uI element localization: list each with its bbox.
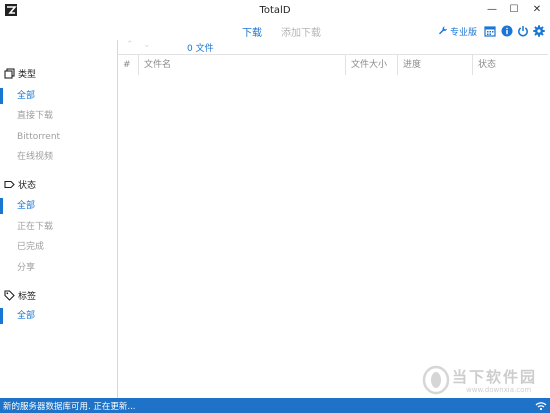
calendar-icon[interactable] [484, 25, 496, 37]
sidebar-item-direct-download[interactable]: 直接下载 [0, 108, 116, 124]
sidebar-item-completed[interactable]: 已完成 [0, 239, 116, 255]
maximize-button[interactable]: ☐ [503, 2, 525, 18]
column-filesize[interactable]: 文件大小 [345, 55, 397, 75]
status-icon [4, 180, 15, 189]
file-count: 0 文件 [187, 44, 214, 54]
pro-version-label: 专业版 [450, 28, 478, 38]
pro-version-button[interactable]: 专业版 [438, 25, 477, 38]
column-status[interactable]: 状态 [472, 55, 542, 75]
status-text: 新的服务器数据库可用. 正在更新... [3, 402, 136, 412]
column-progress[interactable]: 进度 [397, 55, 472, 75]
column-filename[interactable]: 文件名 [138, 55, 345, 75]
sidebar-item-status-all[interactable]: 全部 [0, 198, 116, 214]
sidebar-item-bittorrent[interactable]: Bittorrent [0, 129, 116, 145]
watermark-url: www.downxia.com [466, 386, 532, 394]
list-header: # 文件名 文件大小 进度 状态 [118, 54, 548, 76]
download-list[interactable] [118, 75, 548, 398]
watermark: 当下软件园 www.downxia.com [418, 365, 548, 400]
sidebar-section-title: 状态 [18, 181, 37, 191]
close-button[interactable]: ✕ [526, 2, 548, 18]
sidebar-section-status[interactable]: 状态 [4, 178, 36, 191]
title-bar: TotalD — ☐ ✕ [0, 0, 550, 22]
gear-icon[interactable] [533, 25, 545, 37]
move-up-icon[interactable]: ⌃ [126, 40, 134, 50]
status-bar: 新的服务器数据库可用. 正在更新... [0, 398, 550, 413]
tab-download[interactable]: 下载 [242, 24, 262, 39]
tag-icon [4, 290, 15, 301]
wrench-icon [439, 26, 447, 35]
window-title: TotalD [259, 5, 291, 16]
tab-add-download[interactable]: 添加下载 [281, 24, 321, 39]
watermark-logo-icon [422, 365, 450, 395]
minimize-button[interactable]: — [481, 2, 503, 18]
watermark-brand: 当下软件园 [452, 368, 538, 386]
sidebar: 类型 全部 直接下载 Bittorrent 在线视频 状态 全部 正在下载 已完… [0, 40, 118, 398]
sidebar-item-type-all[interactable]: 全部 [0, 88, 116, 104]
power-icon[interactable] [517, 25, 529, 37]
sidebar-section-tags[interactable]: 标签 [4, 289, 36, 302]
list-toolbar: ⌃ ⌄ 0 文件 [118, 40, 550, 54]
sidebar-item-shared[interactable]: 分享 [0, 260, 116, 276]
info-icon[interactable] [501, 25, 513, 37]
toolbar: 下载 添加下载 专业版 [0, 22, 550, 40]
sidebar-section-title: 标签 [18, 292, 37, 302]
column-index[interactable]: # [118, 55, 138, 75]
sidebar-section-title: 类型 [18, 70, 37, 80]
sidebar-section-type[interactable]: 类型 [4, 67, 36, 80]
sidebar-item-downloading[interactable]: 正在下载 [0, 219, 116, 235]
network-icon[interactable] [535, 400, 547, 411]
move-down-icon[interactable]: ⌄ [143, 40, 151, 50]
sidebar-item-tags-all[interactable]: 全部 [0, 308, 116, 324]
type-icon [4, 68, 15, 79]
sidebar-item-online-video[interactable]: 在线视频 [0, 149, 116, 165]
